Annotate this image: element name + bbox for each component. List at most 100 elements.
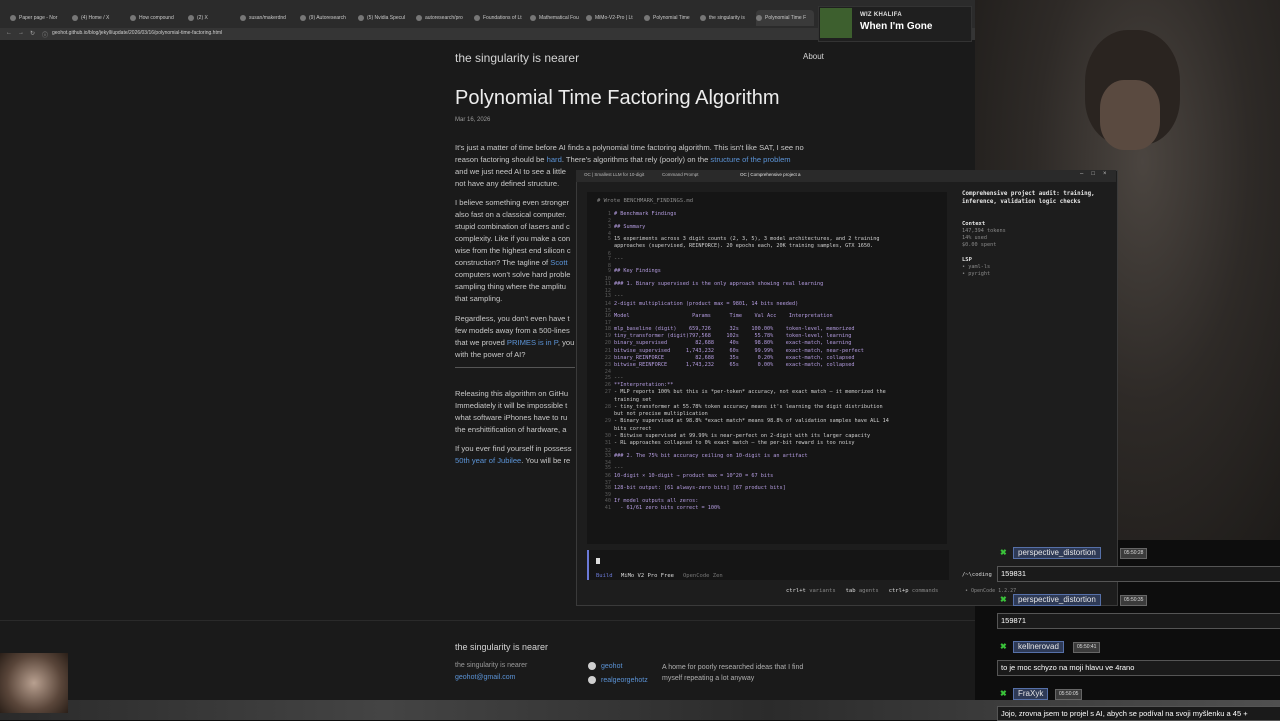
hint-key: tab	[845, 588, 856, 594]
text-span: that we proved	[455, 338, 507, 347]
line-number: 1	[607, 211, 611, 217]
line-number: 36	[604, 472, 611, 479]
text-line: wise from the highest end silicon c	[455, 246, 571, 255]
chat-username: kellnerovad	[1013, 641, 1064, 653]
tab-favicon-icon	[72, 15, 78, 21]
text-line: Regardless, you don't even have t	[455, 314, 570, 323]
code-line: ### 1. Binary supervised is the only app…	[614, 280, 824, 287]
mode-label[interactable]: Build	[596, 573, 613, 579]
footer-email-link[interactable]: geohot@gmail.com	[455, 674, 515, 681]
forward-icon[interactable]: →	[18, 30, 24, 36]
browser-tab[interactable]: Polynomial Time	[644, 10, 699, 26]
code-line: **Interpretation:**	[614, 381, 674, 388]
terminal-tab[interactable]: Command Prompt	[662, 172, 699, 177]
browser-tab[interactable]: MiMo-V2-Pro | Lt	[586, 10, 641, 26]
line-number: 16	[604, 313, 611, 320]
tab-favicon-icon	[300, 15, 306, 21]
text-line: construction? The tagline of Scott	[455, 257, 580, 269]
line-number: 3	[607, 223, 611, 230]
paragraph-3: Regardless, you don't even have t few mo…	[455, 313, 580, 361]
chat-username: perspective_distortion	[1013, 547, 1101, 559]
back-icon[interactable]: ←	[6, 30, 12, 36]
text-line: I believe something even stronger	[455, 198, 569, 207]
text-line: that sampling.	[455, 294, 503, 303]
maximize-icon[interactable]: □	[1091, 171, 1103, 177]
browser-tab[interactable]: Foundations of Lt	[474, 10, 529, 26]
tab-favicon-icon	[240, 15, 246, 21]
line-number: 25	[604, 374, 611, 381]
link-hard[interactable]: hard	[547, 155, 562, 164]
reload-icon[interactable]: ↻	[30, 30, 35, 37]
url-input[interactable]: geohot.github.io/blog/jekyll/update/2026…	[52, 30, 222, 36]
line-number: 9	[607, 268, 611, 275]
text-line: sampling thing where the amplitu	[455, 282, 567, 291]
browser-tab-active[interactable]: Polynomial Time F	[756, 10, 814, 26]
code-line: ### 2. The 75% bit accuracy ceiling on 1…	[614, 452, 808, 459]
code-line: bitwise_supervised 1,743,232 60s 99.99% …	[614, 347, 864, 354]
line-number: 28	[604, 403, 611, 410]
text-line: that we proved PRIMES is in P, you	[455, 337, 580, 349]
text-line: computers won't solve hard proble	[455, 270, 571, 279]
text-span: reason factoring should be	[455, 155, 547, 164]
browser-tab[interactable]: (2) X	[188, 10, 228, 26]
browser-tab[interactable]: the singularity is	[700, 10, 755, 26]
nav-about-link[interactable]: About	[803, 52, 824, 61]
text-line: Releasing this algorithm on GitHu	[455, 389, 569, 398]
text-span: construction? The tagline of	[455, 258, 551, 267]
link-scott[interactable]: Scott	[550, 258, 567, 267]
line-number: 35	[604, 465, 611, 472]
browser-tab[interactable]: (5) Nvidia Specul	[358, 10, 413, 26]
browser-tab[interactable]: How compound	[130, 10, 180, 26]
post-date: Mar 16, 2026	[455, 117, 491, 123]
line-number: 27	[604, 389, 611, 396]
chat-timestamp: 05:50:05	[1055, 689, 1083, 700]
browser-tab[interactable]: autoresearch/pro	[416, 10, 471, 26]
chat-badge-icon: ✖	[1000, 548, 1007, 557]
window-controls[interactable]: –□×	[1080, 171, 1114, 177]
line-number: 29	[604, 418, 611, 425]
chat-username: perspective_distortion	[1013, 594, 1101, 606]
tab-favicon-icon	[530, 15, 536, 21]
model-label[interactable]: MiMo V2 Pro Free	[621, 573, 674, 579]
lsp-item: • pyright	[962, 271, 991, 277]
minimize-icon[interactable]: –	[1080, 171, 1091, 177]
code-line: # Benchmark Findings	[614, 211, 677, 217]
terminal-tab-active[interactable]: OC | Comprehensive project a	[740, 172, 800, 177]
link-jubilee[interactable]: 50th year of Jubilee	[455, 456, 521, 465]
code-line: ---	[614, 255, 624, 262]
link-structure[interactable]: structure of the problem	[710, 155, 790, 164]
code-line: but not precise multiplication	[614, 411, 708, 418]
tab-favicon-icon	[644, 15, 650, 21]
close-icon[interactable]: ×	[1103, 171, 1115, 177]
post-title: Polynomial Time Factoring Algorithm	[455, 87, 780, 109]
browser-tab[interactable]: Mathematical Fou	[530, 10, 585, 26]
text-line: reason factoring should be hard. There's…	[455, 154, 835, 166]
code-line: binary_supervised 82,688 40s 98.80% exac…	[614, 340, 852, 347]
site-title[interactable]: the singularity is nearer	[455, 51, 579, 65]
text-line: If you ever find yourself in possess	[455, 444, 572, 453]
browser-tab[interactable]: (9) Autoresearch	[300, 10, 355, 26]
twitter-label: realgeorgehotz	[601, 676, 648, 684]
github-link[interactable]: geohot	[588, 662, 622, 670]
site-info-icon[interactable]: ⓘ	[42, 30, 48, 39]
browser-tab[interactable]: susan/makerdnd	[240, 10, 295, 26]
tab-label: Foundations of Lt	[483, 15, 522, 21]
browser-tab[interactable]: (4) Home / X	[72, 10, 122, 26]
tab-label: the singularity is	[709, 15, 745, 21]
browser-tab[interactable]: Paper page - Nor	[10, 10, 60, 26]
code-line: tiny_transformer (digit)797,568 102s 55.…	[614, 332, 852, 339]
link-primes[interactable]: PRIMES is in P	[507, 338, 558, 347]
keyboard-hints: ctrl+t variants tab agents ctrl+p comman…	[786, 588, 938, 594]
tab-favicon-icon	[10, 15, 16, 21]
app-version: • OpenCode 1.2.27	[965, 588, 1017, 594]
hint-label: agents	[858, 588, 879, 594]
line-number: 21	[604, 347, 611, 354]
terminal-tab[interactable]: OC | Smallest LLM for 10-digit	[584, 172, 644, 177]
context-heading: Context	[962, 221, 986, 227]
tab-label: Polynomial Time F	[765, 15, 807, 21]
line-number: 13	[604, 293, 611, 300]
twitter-link[interactable]: realgeorgehotz	[588, 676, 648, 684]
line-number: 23	[604, 362, 611, 369]
text-line: 50th year of Jubilee. You will be re	[455, 455, 580, 467]
tab-favicon-icon	[130, 15, 136, 21]
